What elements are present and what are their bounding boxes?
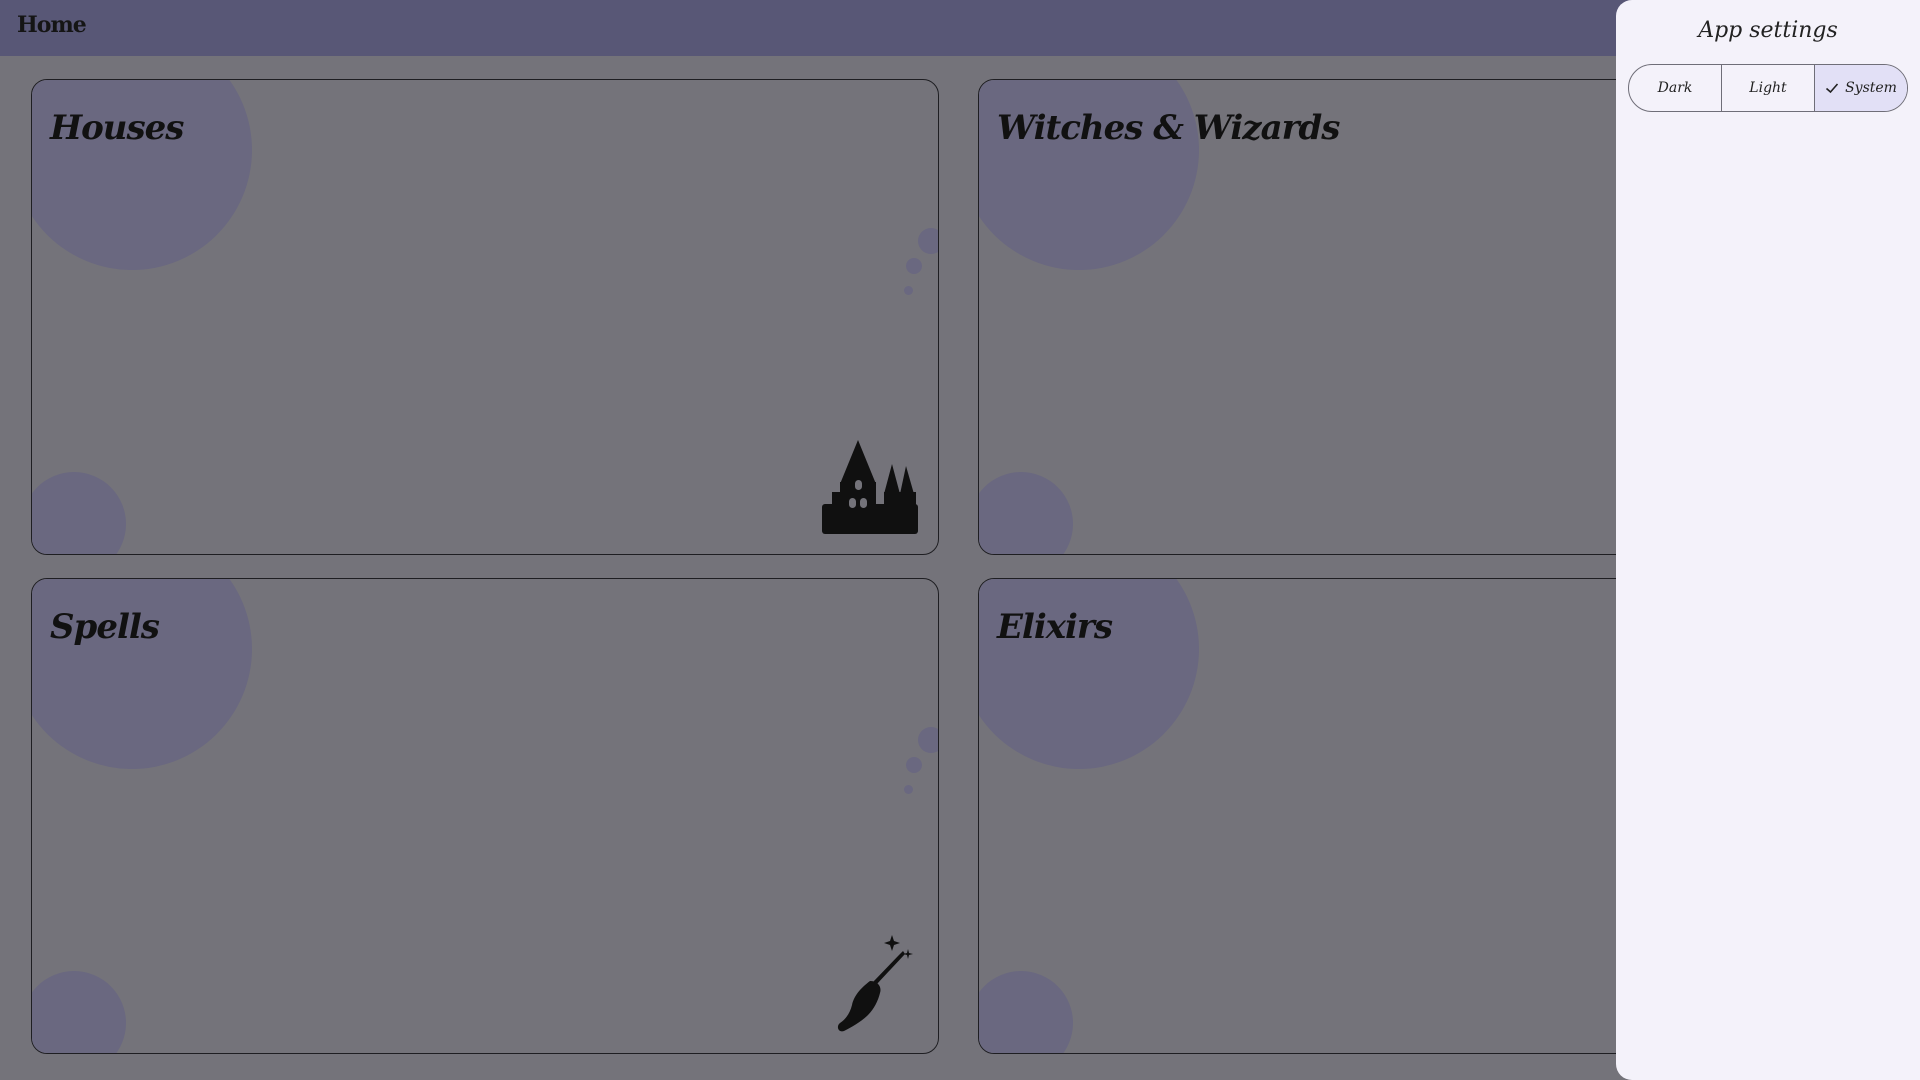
theme-option-label: Light <box>1749 80 1787 96</box>
decor-dot <box>906 258 922 274</box>
page-title: Home <box>17 12 87 38</box>
theme-option-dark[interactable]: Dark <box>1629 65 1721 111</box>
panel-title: App settings <box>1698 18 1838 43</box>
checkmark-icon <box>1826 83 1839 94</box>
castle-icon <box>822 440 918 534</box>
card-title: Witches & Wizards <box>997 108 1340 148</box>
wand-icon <box>837 935 913 1032</box>
card-title: Elixirs <box>997 607 1113 647</box>
decor-dot <box>904 286 913 295</box>
decor-blob <box>32 971 126 1053</box>
decor-blob <box>979 971 1073 1053</box>
card-houses[interactable]: Houses <box>31 79 939 555</box>
theme-segmented-button: Dark Light System <box>1628 64 1908 112</box>
theme-option-label: System <box>1845 80 1897 96</box>
decor-dot <box>918 228 938 254</box>
decor-dot <box>904 785 913 794</box>
decor-blob <box>979 472 1073 554</box>
decor-dot <box>918 727 938 753</box>
card-spells[interactable]: Spells <box>31 578 939 1054</box>
app-settings-panel: App settings Dark Light System <box>1616 0 1920 1080</box>
theme-option-light[interactable]: Light <box>1721 65 1814 111</box>
card-title: Houses <box>50 108 184 148</box>
card-title: Spells <box>50 607 160 647</box>
decor-dot <box>906 757 922 773</box>
decor-blob <box>32 472 126 554</box>
theme-option-label: Dark <box>1657 80 1693 96</box>
theme-option-system[interactable]: System <box>1814 65 1907 111</box>
